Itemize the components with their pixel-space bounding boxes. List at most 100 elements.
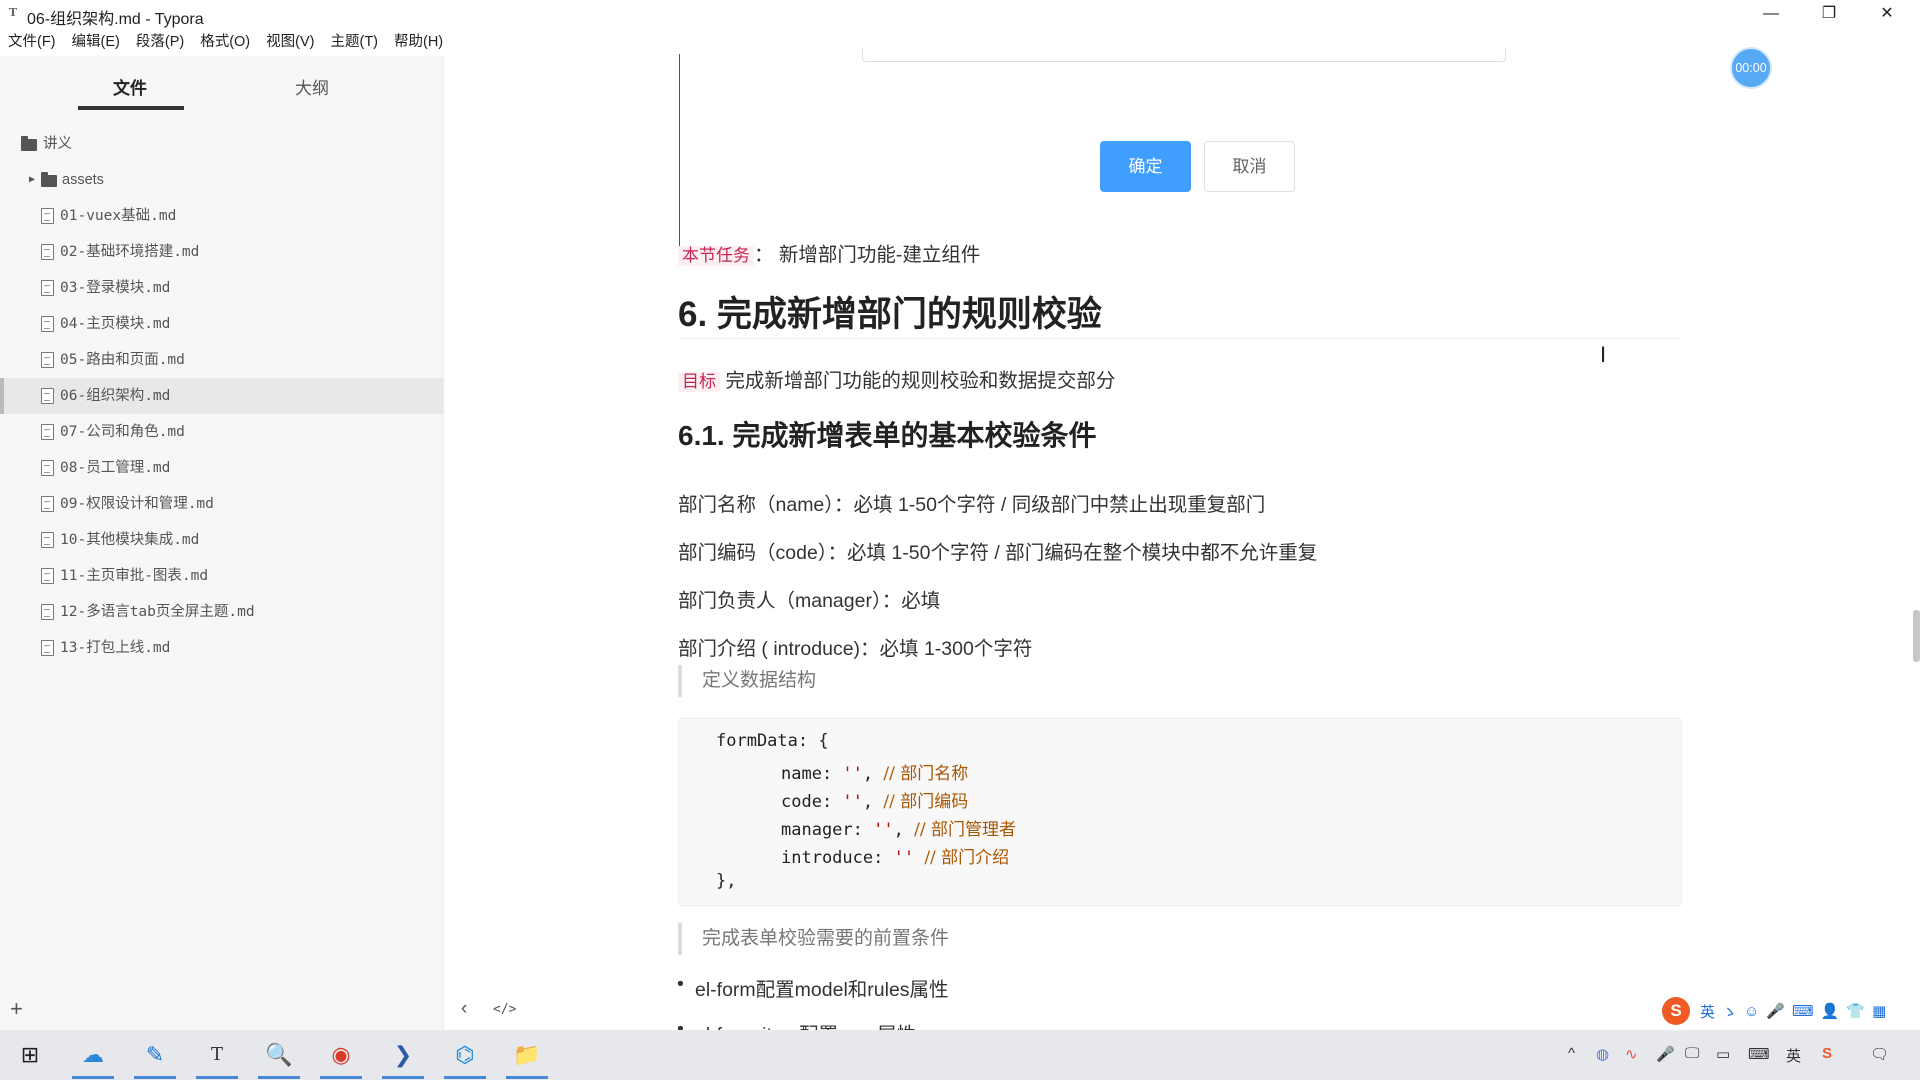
tray-network-icon[interactable]: 🖵 (1685, 1045, 1699, 1062)
tray-show-hidden-icon[interactable]: ^ (1568, 1045, 1575, 1062)
file-item[interactable]: 05-路由和页面.md (0, 342, 443, 378)
tray-app2-icon[interactable]: ∿ (1625, 1045, 1638, 1063)
taskbar-file-explorer-icon[interactable]: 📁 (502, 1035, 552, 1079)
add-file-button[interactable]: + (10, 996, 23, 1022)
taskbar-vscode-icon[interactable]: ⌬ (440, 1035, 490, 1079)
document-icon (41, 244, 54, 260)
menu-theme[interactable]: 主题(T) (322, 30, 386, 54)
code-key: code: (781, 792, 843, 812)
ime-skin-icon[interactable]: 👕 (1846, 1002, 1865, 1020)
typora-app-icon: T (8, 6, 18, 19)
document-icon (41, 496, 54, 512)
taskbar-powershell-icon[interactable]: ❯ (378, 1035, 428, 1079)
file-item[interactable]: 03-登录模块.md (0, 270, 443, 306)
code-block[interactable]: formData: { name: '', // 部门名称 code: '', /… (678, 718, 1682, 906)
sogou-logo-icon[interactable]: S (1662, 997, 1690, 1025)
file-item[interactable]: 10-其他模块集成.md (0, 522, 443, 558)
code-punct (914, 848, 924, 868)
recording-timer[interactable]: 00:00 (1730, 47, 1772, 89)
tray-keyboard-icon[interactable]: ⌨ (1748, 1045, 1770, 1063)
editor-area[interactable]: 确定 取消 本节任务： 新增部门功能-建立组件 6. 完成新增部门的规则校验 目… (445, 28, 1920, 1030)
file-item[interactable]: 13-打包上线.md (0, 630, 443, 666)
menu-file[interactable]: 文件(F) (0, 30, 64, 54)
tab-files[interactable]: 文件 (113, 74, 147, 99)
ime-language-toggle[interactable]: 英 (1700, 1001, 1715, 1022)
ime-toolbox-icon[interactable]: ▦ (1872, 1002, 1886, 1020)
goal-line: 目标 完成新增部门功能的规则校验和数据提交部分 (678, 364, 1115, 393)
taskbar-cloud-app-icon[interactable]: ☁ (68, 1035, 118, 1079)
ime-emoji-icon[interactable]: ☺ (1744, 1003, 1759, 1020)
file-item[interactable]: 07-公司和角色.md (0, 414, 443, 450)
file-tree: 讲义 ▶ assets 01-vuex基础.md 02-基础环境搭建.md 03-登… (0, 126, 443, 666)
cancel-button[interactable]: 取消 (1204, 141, 1295, 192)
menu-edit[interactable]: 编辑(E) (64, 30, 128, 54)
file-item[interactable]: 09-权限设计和管理.md (0, 486, 443, 522)
file-item[interactable]: 12-多语言tab页全屏主题.md (0, 594, 443, 630)
source-code-mode-icon[interactable]: </> (493, 1002, 516, 1017)
code-line: code: '', // 部门编码 (781, 787, 968, 812)
taskbar-search-app-icon[interactable]: 🔍 (254, 1035, 304, 1079)
start-button[interactable]: ⊞ (5, 1035, 55, 1075)
tray-sogou-icon[interactable]: S (1822, 1045, 1832, 1062)
blockquote: 完成表单校验需要的前置条件 (678, 923, 1682, 955)
file-item[interactable]: 04-主页模块.md (0, 306, 443, 342)
code-line: manager: '', // 部门管理者 (781, 815, 1016, 840)
menu-paragraph[interactable]: 段落(P) (128, 30, 192, 54)
folder-icon (21, 136, 37, 151)
file-item[interactable]: 01-vuex基础.md (0, 198, 443, 234)
file-item-label: 08-员工管理.md (60, 460, 171, 476)
ime-user-icon[interactable]: 👤 (1821, 1002, 1840, 1020)
close-button[interactable]: ✕ (1858, 0, 1916, 28)
file-item[interactable]: 06-组织架构.md (0, 378, 443, 414)
tray-microphone-icon[interactable]: 🎤 (1656, 1045, 1675, 1063)
folder-label: assets (62, 172, 104, 188)
file-item[interactable]: 11-主页审批-图表.md (0, 558, 443, 594)
chevron-right-icon[interactable]: ▶ (29, 162, 35, 198)
code-line: formData: { (716, 731, 829, 751)
scrollbar-thumb[interactable] (1913, 610, 1920, 662)
code-string: '' (893, 848, 915, 868)
taskbar-feishu-icon[interactable]: ✎ (130, 1035, 180, 1079)
rule-line: 部门负责人（manager）：必填 (678, 590, 941, 612)
task-text: 新增部门功能-建立组件 (773, 244, 981, 266)
file-item-label: 04-主页模块.md (60, 316, 171, 332)
tray-ime-indicator[interactable]: 英 (1786, 1045, 1801, 1066)
ime-punctuation-icon[interactable]: ゝ (1722, 1001, 1737, 1022)
document-icon (41, 280, 54, 296)
menu-bar: 文件(F) 编辑(E) 段落(P) 格式(O) 视图(V) 主题(T) 帮助(H… (0, 30, 451, 54)
tab-outline[interactable]: 大纲 (295, 74, 329, 99)
file-item[interactable]: 08-员工管理.md (0, 450, 443, 486)
taskbar-chrome-icon[interactable]: ◉ (316, 1035, 366, 1079)
heading-h1: 6. 完成新增部门的规则校验 (678, 295, 1102, 334)
tree-folder-assets[interactable]: ▶ assets (0, 162, 443, 198)
tray-battery-icon[interactable]: ▭ (1716, 1045, 1730, 1063)
minimize-button[interactable]: — (1742, 0, 1800, 28)
dialog-textarea[interactable] (862, 48, 1506, 62)
taskbar-typora-icon[interactable]: T (192, 1035, 242, 1079)
tree-folder-root[interactable]: 讲义 (0, 126, 443, 162)
goal-text: 完成新增部门功能的规则校验和数据提交部分 (720, 370, 1116, 392)
title-bar: T 06-组织架构.md - Typora — ❐ ✕ (0, 0, 1920, 28)
file-item-label: 07-公司和角色.md (60, 424, 185, 440)
document-icon (41, 352, 54, 368)
menu-help[interactable]: 帮助(H) (386, 30, 451, 54)
ime-microphone-icon[interactable]: 🎤 (1766, 1002, 1785, 1020)
ime-keyboard-icon[interactable]: ⌨ (1792, 1002, 1814, 1020)
text-cursor-icon: I (1600, 342, 1607, 367)
restore-button[interactable]: ❐ (1800, 0, 1858, 28)
document-icon (41, 388, 54, 404)
notification-center-icon[interactable]: 🗨 (1870, 1045, 1889, 1063)
rule-line: 部门介绍 ( introduce)：必填 1-300个字符 (678, 638, 1033, 660)
blockquote: 定义数据结构 (678, 665, 1682, 697)
code-string: '' (873, 820, 894, 840)
code-string: '' (842, 764, 863, 784)
taskbar: ⊞ ☁ ✎ T 🔍 ◉ ❯ ⌬ 📁 ^ ◍ ∿ 🎤 🖵 ▭ ⌨ 英 S 🗨 (0, 1030, 1920, 1080)
document-icon (41, 640, 54, 656)
file-item-label: 11-主页审批-图表.md (60, 568, 209, 584)
menu-view[interactable]: 视图(V) (258, 30, 322, 54)
confirm-button[interactable]: 确定 (1100, 141, 1191, 192)
tray-app-icon[interactable]: ◍ (1596, 1045, 1609, 1063)
file-item[interactable]: 02-基础环境搭建.md (0, 234, 443, 270)
menu-format[interactable]: 格式(O) (192, 30, 258, 54)
back-arrow-icon[interactable]: ‹ (461, 998, 467, 1020)
